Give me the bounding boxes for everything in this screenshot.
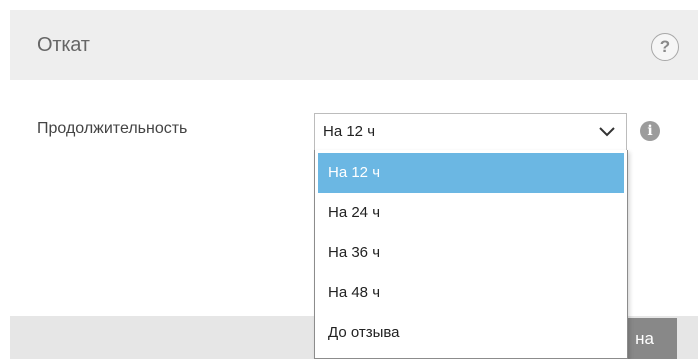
dialog-title: Откат [37, 34, 90, 56]
cancel-button-label: на [635, 329, 654, 348]
dropdown-option[interactable]: На 48 ч [318, 273, 624, 313]
dropdown-option[interactable]: На 24 ч [318, 193, 624, 233]
chevron-down-icon [599, 127, 615, 137]
duration-select[interactable]: На 12 ч [314, 113, 627, 151]
duration-label: Продолжительность [37, 120, 188, 137]
duration-dropdown: На 12 ч На 24 ч На 36 ч На 48 ч До отзыв… [314, 150, 628, 359]
info-icon[interactable]: i [640, 121, 660, 141]
dropdown-option[interactable]: До отзыва [318, 313, 624, 353]
dropdown-option[interactable]: На 12 ч [318, 153, 624, 193]
dropdown-option[interactable]: На 36 ч [318, 233, 624, 273]
dialog-header: Откат ? [10, 10, 698, 80]
help-icon[interactable]: ? [651, 33, 679, 61]
rollback-dialog: Откат ? Продолжительность На 12 ч i на Н… [0, 0, 698, 359]
duration-select-value: На 12 ч [323, 123, 376, 140]
